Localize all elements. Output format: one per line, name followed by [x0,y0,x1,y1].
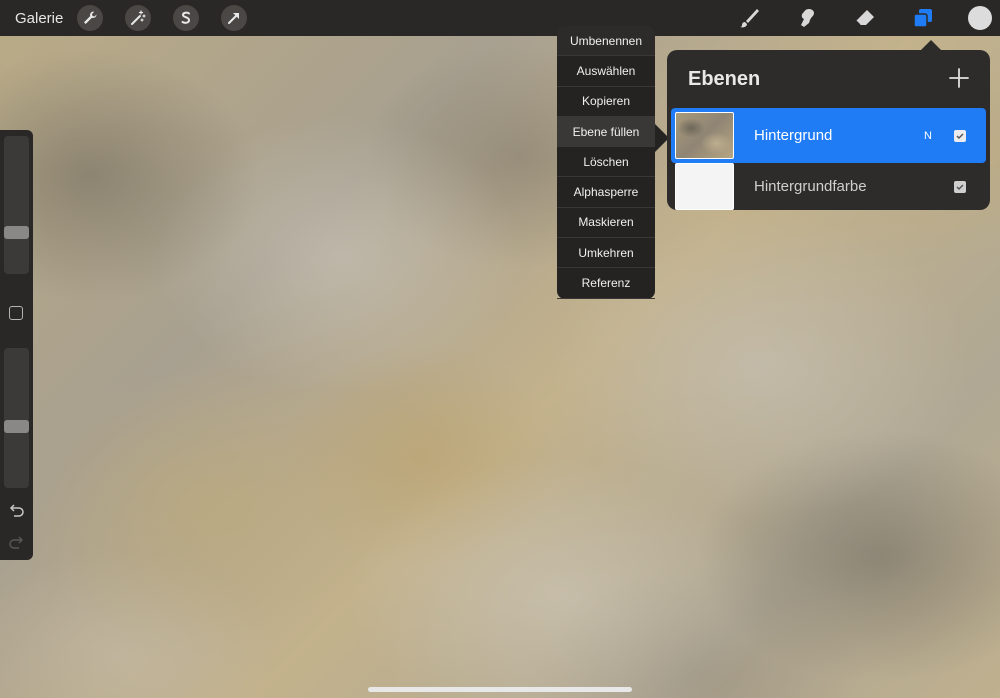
menu-item-copy[interactable]: Kopieren [557,87,655,117]
menu-item-invert[interactable]: Umkehren [557,238,655,269]
wrench-icon[interactable] [77,5,104,31]
menu-item-alpha-lock[interactable]: Alphasperre [557,177,655,208]
gallery-button[interactable]: Galerie [15,10,63,27]
opacity-thumb[interactable] [4,420,29,433]
right-toolset [704,0,1000,36]
color-picker[interactable] [968,6,992,30]
panel-caret [921,40,941,50]
visibility-checkbox[interactable] [954,180,966,193]
layer-row-hintergrundfarbe[interactable]: Hintergrundfarbe [671,159,986,214]
menu-item-reference[interactable]: Referenz [557,268,655,299]
brush-icon[interactable] [736,5,762,31]
layer-context-menu: Umbenennen Auswählen Kopieren Ebene füll… [557,26,669,299]
eraser-icon[interactable] [852,5,878,31]
menu-item-fill-layer[interactable]: Ebene füllen [557,116,655,148]
visibility-checkbox[interactable] [954,129,966,142]
home-indicator[interactable] [368,687,632,692]
layer-name: Hintergrund [754,127,833,144]
redo-icon[interactable] [8,534,25,551]
selection-icon[interactable] [173,5,200,31]
layer-name: Hintergrundfarbe [754,178,867,195]
menu-item-clear[interactable]: Löschen [557,147,655,178]
brush-size-slider[interactable] [4,136,29,274]
layer-thumbnail [675,163,734,210]
modify-button[interactable] [9,306,23,320]
transform-arrow-icon[interactable] [221,5,248,31]
panel-title: Ebenen [688,68,761,90]
opacity-slider[interactable] [4,348,29,488]
checkmark-icon [956,183,964,190]
checkmark-icon [956,132,964,139]
layers-icon[interactable] [910,5,936,31]
layer-thumbnail [675,112,734,159]
undo-icon[interactable] [8,502,25,519]
left-sidebar [0,130,33,560]
magic-wand-icon[interactable] [125,5,152,31]
menu-item-mask[interactable]: Maskieren [557,208,655,239]
blend-mode-button[interactable]: N [924,130,932,142]
menu-item-select[interactable]: Auswählen [557,56,655,87]
brush-size-thumb[interactable] [4,226,29,239]
top-toolbar: Galerie [0,0,1000,36]
layer-row-hintergrund[interactable]: Hintergrund N [671,108,986,163]
smudge-icon[interactable] [794,5,820,31]
layers-panel: Ebenen Hintergrund N Hintergrundfarbe [667,50,990,210]
menu-item-rename[interactable]: Umbenennen [557,26,655,57]
add-layer-icon[interactable] [948,67,970,89]
